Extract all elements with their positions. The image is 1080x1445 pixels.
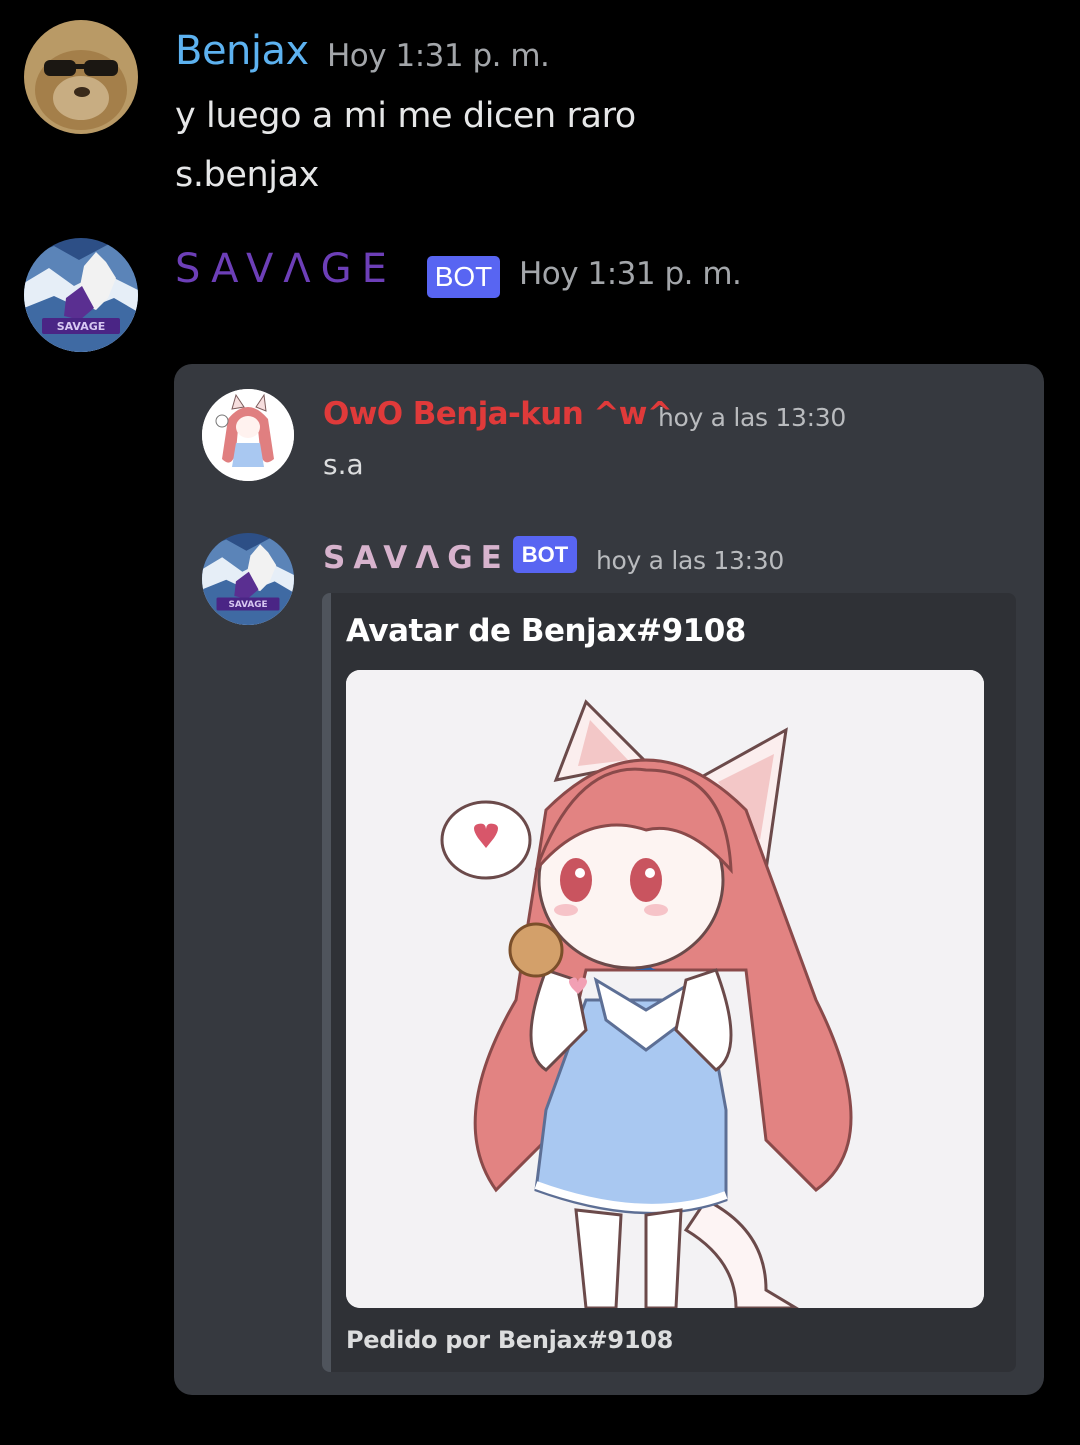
message-timestamp: Hoy 1:31 p. m. xyxy=(327,38,550,74)
svg-text:SAVAGE: SAVAGE xyxy=(228,600,267,610)
author-name[interactable]: SAVΛGE xyxy=(175,246,397,292)
howling-wolf-icon: SAVAGE xyxy=(24,238,138,352)
benjax-avatar[interactable] xyxy=(24,20,138,134)
anime-cat-girl-icon xyxy=(202,389,294,481)
message-line: y luego a mi me dicen raro xyxy=(175,96,636,136)
chat-view: Benjax Hoy 1:31 p. m. y luego a mi me di… xyxy=(0,0,1080,1445)
embed-title: Avatar de Benjax#9108 xyxy=(346,613,746,649)
quoted-author-name[interactable]: OwO Benja-kun ^w^ xyxy=(323,396,673,432)
svg-text:SAVAGE: SAVAGE xyxy=(57,320,106,333)
quoted-timestamp: hoy a las 13:30 xyxy=(658,403,846,432)
author-name[interactable]: Benjax xyxy=(175,28,309,74)
dog-with-sunglasses-icon xyxy=(24,20,138,134)
quoted-timestamp: hoy a las 13:30 xyxy=(596,546,784,575)
howling-wolf-icon: SAVAGE xyxy=(202,533,294,625)
quoted-message-text: s.a xyxy=(323,448,364,481)
anime-cat-girl-illustration-icon xyxy=(346,670,984,1308)
embed-footer: Pedido por Benjax#9108 xyxy=(346,1326,674,1354)
bot-badge: BOT xyxy=(513,536,577,573)
message-line: s.benjax xyxy=(175,155,319,195)
quoted-author-name[interactable]: SAVΛGE xyxy=(323,540,510,576)
savage-bot-avatar[interactable]: SAVAGE xyxy=(24,238,138,352)
bot-badge: BOT xyxy=(427,256,500,298)
embed-image[interactable] xyxy=(346,670,984,1308)
owo-avatar[interactable] xyxy=(202,389,294,481)
message-timestamp: Hoy 1:31 p. m. xyxy=(519,256,742,292)
savage-bot-avatar-small[interactable]: SAVAGE xyxy=(202,533,294,625)
